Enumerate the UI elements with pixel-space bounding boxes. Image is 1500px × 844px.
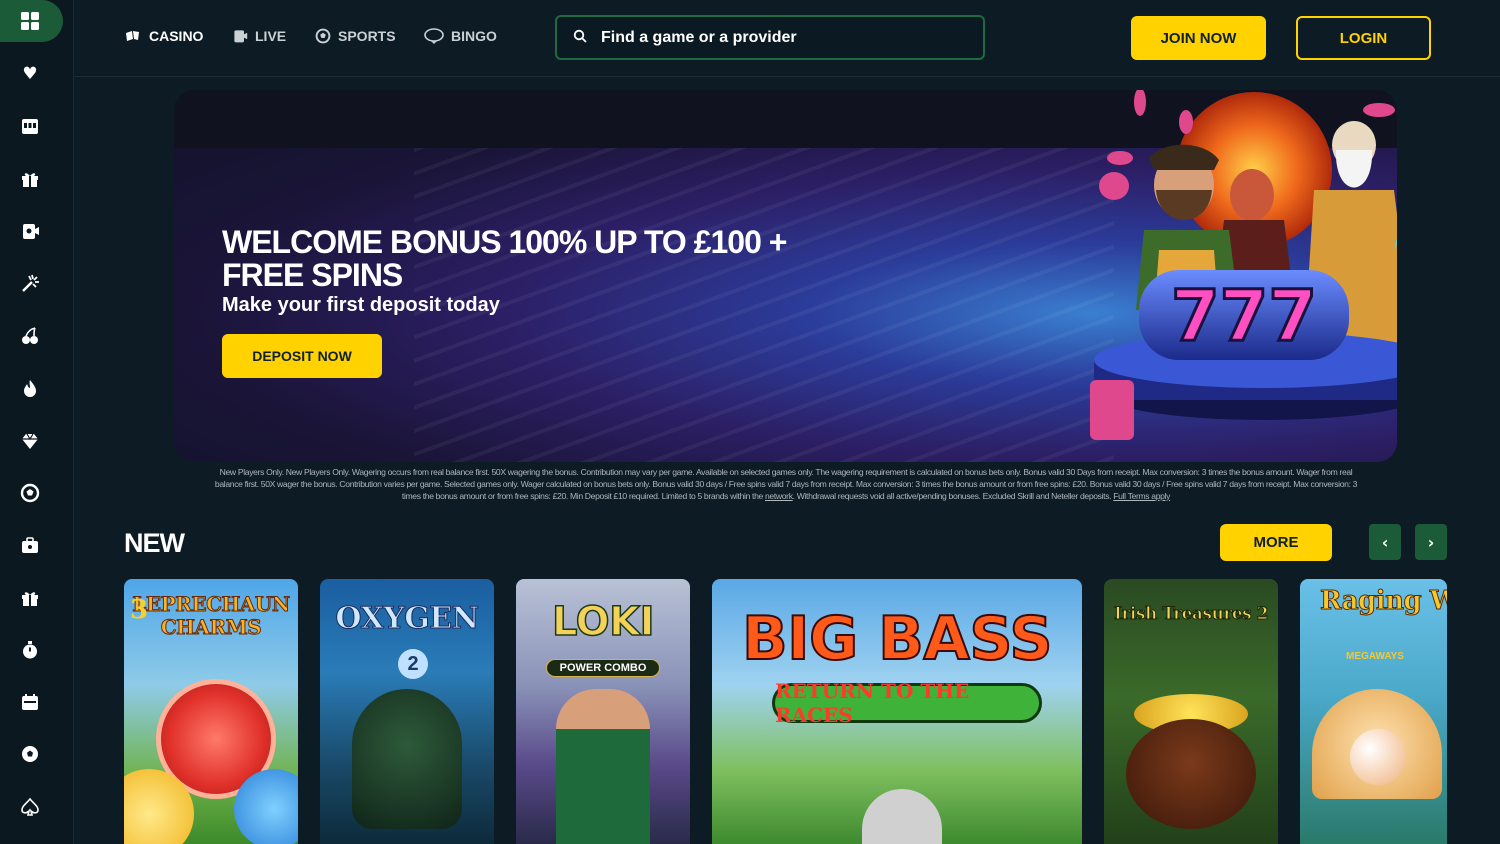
game-tagline: RETURN TO THE RACES xyxy=(772,679,1042,727)
gift-box-icon[interactable] xyxy=(19,587,41,609)
cherry-icon[interactable] xyxy=(19,325,41,347)
live-icon xyxy=(234,30,248,43)
game-card-oxygen-2[interactable]: OXYGEN 2 xyxy=(320,579,494,844)
football-icon[interactable] xyxy=(19,743,41,765)
nav-bingo-label: BINGO xyxy=(451,28,497,44)
game-title: BIG BASS xyxy=(741,604,1054,674)
menu-grid-button[interactable] xyxy=(0,0,63,42)
game-card-leprechaun-charms[interactable]: LEPRECHAUN CHARMS 3 xyxy=(124,579,298,844)
sparkler-icon[interactable] xyxy=(19,272,41,294)
search-input[interactable] xyxy=(601,28,961,47)
more-button[interactable]: MORE xyxy=(1220,524,1332,561)
banner-title: WELCOME BONUS 100% UP TO £100 + FREE SPI… xyxy=(222,224,787,293)
flame-icon[interactable] xyxy=(19,377,41,399)
game-tagline: POWER COMBO xyxy=(546,659,660,677)
cards-icon xyxy=(126,31,139,41)
sports-ball-icon xyxy=(315,28,331,44)
top-bar: CASINO LIVE SPORTS BINGO JOIN NOW LOGIN xyxy=(74,0,1500,77)
game-title: Raging Waterfall xyxy=(1320,586,1448,616)
section-title-new: NEW xyxy=(124,528,185,558)
pearl-image xyxy=(1350,729,1406,785)
login-button[interactable]: LOGIN xyxy=(1296,16,1431,60)
network-link[interactable]: network xyxy=(765,491,793,501)
search-icon xyxy=(573,29,587,47)
slot-characters-illustration: 777 xyxy=(1090,90,1397,440)
briefcase-icon[interactable] xyxy=(19,534,41,556)
nav-live-label: LIVE xyxy=(255,28,287,44)
join-now-button[interactable]: JOIN NOW xyxy=(1131,16,1266,60)
banner-subtitle: Make your first deposit today xyxy=(222,294,500,316)
nav-sports[interactable]: SPORTS xyxy=(315,28,396,44)
nav-sports-label: SPORTS xyxy=(338,28,396,44)
full-terms-link[interactable]: Full Terms apply xyxy=(1113,491,1170,501)
deposit-now-button[interactable]: DEPOSIT NOW xyxy=(222,334,382,378)
calendar-icon[interactable] xyxy=(19,691,41,713)
chevron-right-icon: › xyxy=(1427,532,1435,552)
gift-icon[interactable] xyxy=(19,168,41,190)
nav-bingo[interactable]: BINGO xyxy=(424,28,497,44)
sidebar: ♥ xyxy=(0,0,74,844)
game-card-irish-treasures-2[interactable]: Irish Treasures 2 xyxy=(1104,579,1278,844)
carousel-prev-button[interactable]: ‹ xyxy=(1369,524,1401,560)
chevron-left-icon: ‹ xyxy=(1381,532,1389,552)
carousel-next-button[interactable]: › xyxy=(1415,524,1447,560)
loki-character-image xyxy=(556,689,650,844)
reel-sevens: 777 xyxy=(1171,275,1317,357)
fisherman-hat-image xyxy=(862,789,942,844)
game-card-big-bass-return-to-the-races[interactable]: BIG BASS RETURN TO THE RACES xyxy=(712,579,1082,844)
search-box[interactable] xyxy=(555,15,985,60)
game-card-loki[interactable]: LOKI POWER COMBO xyxy=(516,579,690,844)
heart-icon[interactable]: ♥ xyxy=(19,63,41,85)
stopwatch-icon[interactable] xyxy=(19,639,41,661)
pot-of-gold-image xyxy=(1126,719,1256,829)
nav-live[interactable]: LIVE xyxy=(232,28,286,44)
soccer-ball-icon[interactable] xyxy=(19,482,41,504)
game-title: OXYGEN xyxy=(335,601,480,636)
creature-image xyxy=(352,689,462,829)
bingo-icon xyxy=(424,28,444,44)
diamond-icon[interactable] xyxy=(19,430,41,452)
game-number: 2 xyxy=(398,649,428,679)
game-title: LOKI xyxy=(551,599,655,645)
terms-text-after: . Withdrawal requests void all active/pe… xyxy=(792,491,1112,501)
game-card-raging-waterfall-megaways[interactable]: Raging Waterfall MEGAWAYS xyxy=(1300,579,1447,844)
slot-machine-icon[interactable] xyxy=(19,115,41,137)
nav-casino-label: CASINO xyxy=(149,28,204,44)
welcome-bonus-banner[interactable]: WELCOME BONUS 100% UP TO £100 + FREE SPI… xyxy=(174,90,1397,462)
game-tagline: MEGAWAYS xyxy=(1346,651,1404,662)
grid-icon xyxy=(21,12,39,30)
game-title: LEPRECHAUN CHARMS xyxy=(132,592,291,639)
live-casino-icon[interactable] xyxy=(19,220,41,242)
game-number: 3 xyxy=(130,595,149,625)
bonus-terms: New Players Only. New Players Only. Wage… xyxy=(205,466,1367,502)
game-title: Irish Treasures 2 xyxy=(1114,604,1269,625)
nav-casino[interactable]: CASINO xyxy=(124,28,203,44)
spade-icon[interactable] xyxy=(19,796,41,818)
